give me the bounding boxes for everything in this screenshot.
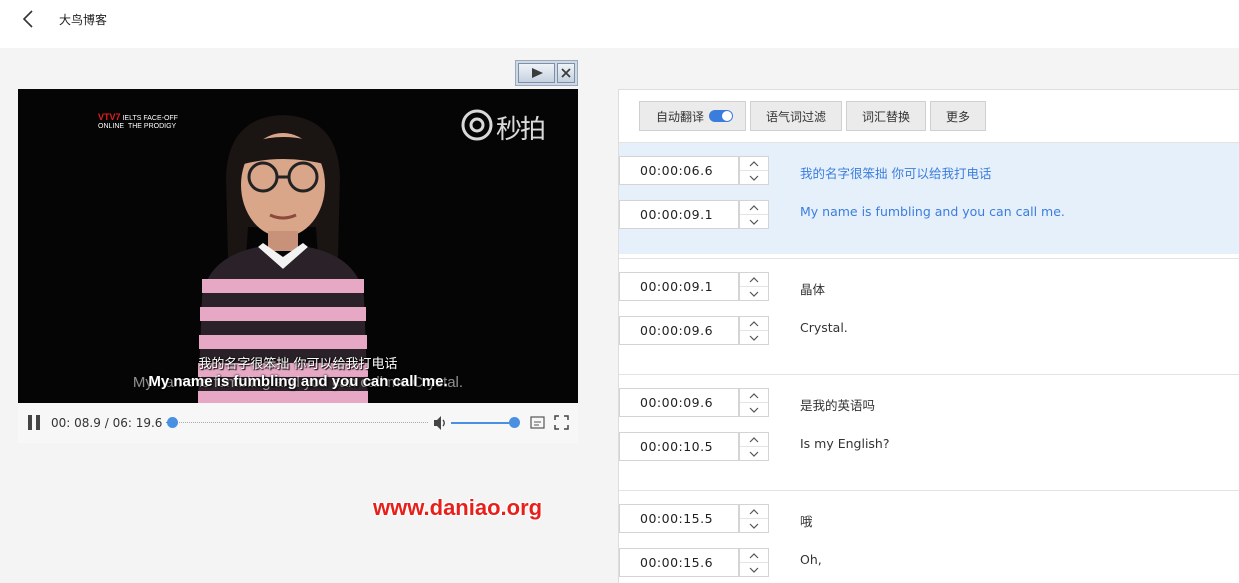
increment-chevron-up-icon[interactable] [740, 389, 768, 403]
decrement-chevron-down-icon[interactable] [740, 447, 768, 461]
miaopai-watermark: 秒拍 [460, 105, 564, 145]
page-title: 大鸟博客 [59, 13, 108, 27]
auto-translate-toggle[interactable] [709, 110, 734, 122]
volume-icon[interactable] [433, 415, 449, 431]
channel-subtitle: THE PRODIGY [127, 123, 177, 130]
decrement-chevron-down-icon[interactable] [740, 331, 768, 345]
subtitle-toggle-icon[interactable] [530, 415, 545, 430]
video-player[interactable]: VTV7 IELTS FACE-OFF ONLINE THE PRODIGY 秒… [18, 89, 578, 403]
segment-english-text[interactable]: Is my English? [800, 436, 890, 451]
end-time-stepper [739, 316, 769, 345]
top-bar: 大鸟博客 [0, 0, 1239, 48]
start-time-stepper [739, 156, 769, 185]
filler-filter-button[interactable]: 语气词过滤 [750, 101, 843, 131]
start-time-stepper [739, 388, 769, 417]
volume-handle[interactable] [509, 417, 520, 428]
subtitle-english: My name is fumbling and you can call me. [148, 373, 448, 390]
progress-bar[interactable] [166, 417, 428, 428]
volume-slider[interactable] [451, 422, 515, 424]
increment-chevron-up-icon[interactable] [740, 433, 768, 447]
decrement-chevron-down-icon[interactable] [740, 215, 768, 229]
channel-online: ONLINE [98, 123, 125, 130]
decrement-chevron-down-icon[interactable] [740, 171, 768, 185]
start-time-field[interactable]: 00:00:09.6 [619, 388, 739, 417]
watermark-text: 秒拍 [496, 115, 546, 145]
time-separator: / [104, 416, 109, 430]
end-time-field[interactable]: 00:00:09.6 [619, 316, 739, 345]
editor-toolbar: 自动翻译 语气词过滤 词汇替换 更多 [639, 101, 987, 131]
start-time-field[interactable]: 00:00:06.6 [619, 156, 739, 185]
increment-chevron-up-icon[interactable] [740, 157, 768, 171]
decrement-chevron-down-icon[interactable] [740, 563, 768, 577]
segment-row[interactable]: 00:00:09.1 00:00:09.6 晶体 Crystal. [619, 258, 1239, 370]
close-icon[interactable] [557, 63, 575, 83]
duration: 06: 19.6 [112, 416, 163, 430]
increment-chevron-up-icon[interactable] [740, 201, 768, 215]
end-time-field[interactable]: 00:00:10.5 [619, 432, 739, 461]
segment-chinese-text[interactable]: 我的名字很笨拙 你可以给我打电话 [800, 163, 991, 182]
subtitle-chinese: 我的名字很笨拙 你可以给我打电话 [198, 357, 398, 372]
start-time-field[interactable]: 00:00:09.1 [619, 272, 739, 301]
increment-chevron-up-icon[interactable] [740, 273, 768, 287]
decrement-chevron-down-icon[interactable] [740, 519, 768, 533]
start-time-field[interactable]: 00:00:15.5 [619, 504, 739, 533]
decrement-chevron-down-icon[interactable] [740, 403, 768, 417]
end-time-stepper [739, 432, 769, 461]
segment-row[interactable]: 00:00:06.6 00:00:09.1 我的名字很笨拙 你可以给我打电话 My n… [619, 142, 1239, 254]
segment-english-text[interactable]: My name is fumbling and you can call me. [800, 204, 1065, 219]
segment-row[interactable]: 00:00:09.6 00:00:10.5 是我的英语吗 Is my English? [619, 374, 1239, 486]
segment-chinese-text[interactable]: 是我的英语吗 [800, 395, 875, 414]
channel-logo: VTV7 IELTS FACE-OFF ONLINE THE PRODIGY [98, 113, 178, 131]
channel-brand: VTV7 [98, 112, 121, 122]
channel-show: IELTS FACE-OFF [122, 115, 178, 122]
more-button[interactable]: 更多 [930, 101, 987, 131]
segment-chinese-text[interactable]: 哦 [800, 511, 813, 530]
progress-track [166, 422, 428, 423]
progress-handle[interactable] [167, 417, 179, 428]
back-arrow-icon[interactable] [18, 8, 40, 30]
pause-icon[interactable] [28, 415, 42, 430]
player-controls: 00: 08.9 / 06: 19.6 [18, 403, 578, 443]
end-time-field[interactable]: 00:00:15.6 [619, 548, 739, 577]
segment-chinese-text[interactable]: 晶体 [800, 279, 825, 298]
end-time-field[interactable]: 00:00:09.1 [619, 200, 739, 229]
word-replace-button[interactable]: 词汇替换 [846, 101, 927, 131]
mini-player-controls [515, 60, 578, 86]
auto-translate-button[interactable]: 自动翻译 [639, 101, 747, 131]
segment-row[interactable]: 00:00:15.5 00:00:15.6 哦 Oh, [619, 490, 1239, 583]
segment-english-text[interactable]: Crystal. [800, 320, 848, 335]
decrement-chevron-down-icon[interactable] [740, 287, 768, 301]
end-time-stepper [739, 200, 769, 229]
increment-chevron-up-icon[interactable] [740, 505, 768, 519]
auto-translate-label: 自动翻译 [656, 109, 705, 124]
site-watermark: www.daniao.org [373, 495, 543, 520]
start-time-stepper [739, 272, 769, 301]
fullscreen-icon[interactable] [554, 415, 569, 430]
time-display: 00: 08.9 / 06: 19.6 [51, 416, 162, 430]
subtitle-editor-panel: 自动翻译 语气词过滤 词汇替换 更多 00:00:06.6 00:00:09.1 我… [618, 89, 1239, 583]
end-time-stepper [739, 548, 769, 577]
increment-chevron-up-icon[interactable] [740, 549, 768, 563]
start-time-stepper [739, 504, 769, 533]
increment-chevron-up-icon[interactable] [740, 317, 768, 331]
segment-english-text[interactable]: Oh, [800, 552, 822, 567]
play-icon[interactable] [518, 63, 556, 83]
current-time: 00: 08.9 [51, 416, 101, 430]
